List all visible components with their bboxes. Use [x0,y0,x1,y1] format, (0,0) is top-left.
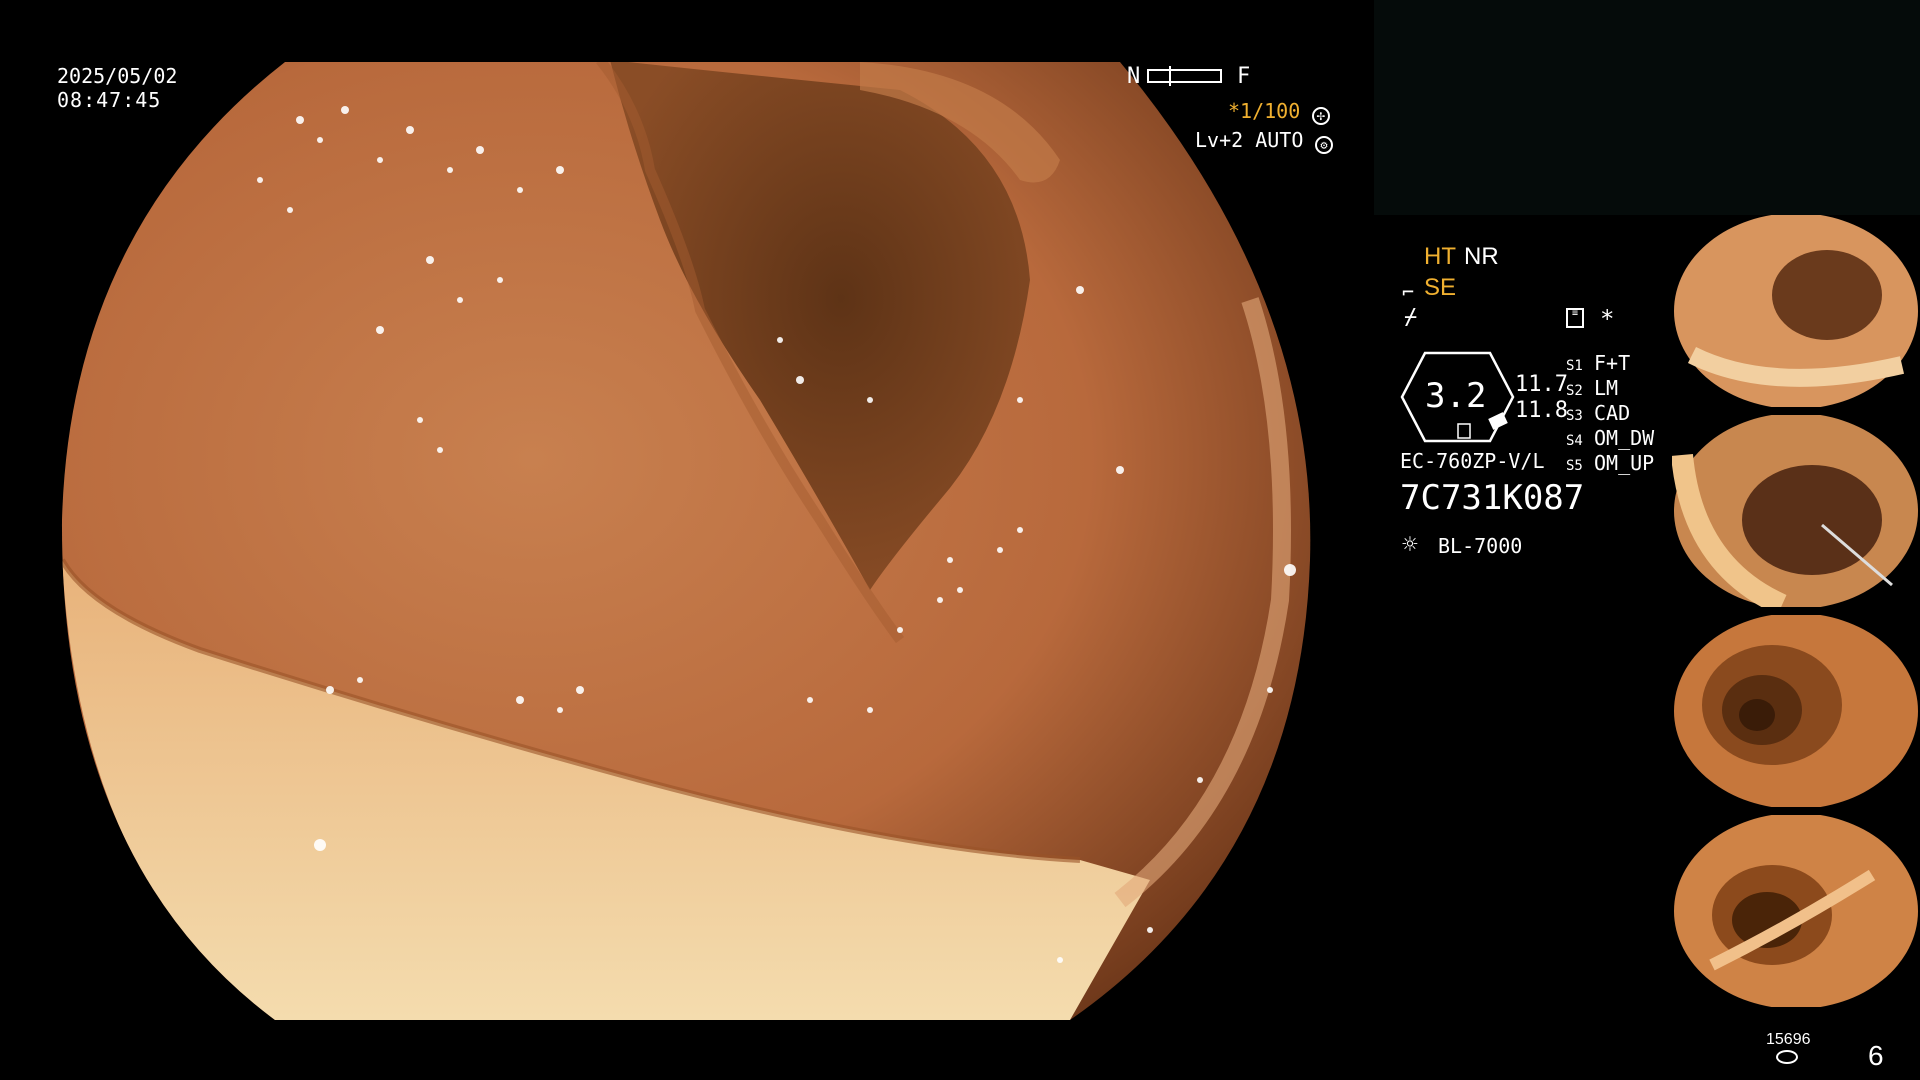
nf-marker [1169,66,1171,86]
thumbnail-2[interactable] [1672,415,1920,607]
se-label: SE [1424,274,1457,301]
scope-model: EC-760ZP-V/L [1400,449,1545,473]
switch-row: S3 CAD [1566,400,1654,425]
light-icon: ☼ [1402,530,1418,560]
date-label: 2025/05/02 [57,64,178,88]
image-count: 15696 [1766,1031,1811,1048]
switch-key: S2 [1566,383,1583,399]
endoscope-view [61,62,1311,1020]
thumbnail-3[interactable] [1672,615,1920,807]
far-label: F [1237,64,1251,89]
memo-icon: ≡ [1566,308,1584,328]
gear-icon: ⚙ [1315,136,1334,154]
ht-label: HT [1424,243,1456,270]
switch-row: S5 OM_UP [1566,450,1654,475]
thumbnail-4[interactable] [1672,815,1920,1007]
switch-key: S3 [1566,408,1583,424]
switch-row: S4 OM_DW [1566,425,1654,450]
switch-label: OM_DW [1594,426,1655,450]
scope-serial: 7C731K087 [1400,478,1585,518]
nr-label: NR [1464,243,1499,270]
switch-label: LM [1594,376,1619,400]
switch-row: S1 F+T [1566,350,1654,375]
switch-row: S2 LM [1566,375,1654,400]
value-2: 11.8 [1515,398,1568,423]
switch-key: S5 [1566,458,1583,474]
nf-bar [1147,66,1222,86]
switch-key: S1 [1566,358,1583,374]
switch-label: F+T [1594,351,1631,375]
disk-icon [1776,1050,1798,1064]
level-label: Lv+2 AUTO [1195,128,1304,152]
scope-icon: ⌐ [1402,280,1415,304]
switch-list: S1 F+T S2 LM S3 CAD S4 OM_DW S5 OM_UP [1566,350,1654,475]
shutter-label: *1/100 [1228,99,1301,123]
switch-label: CAD [1594,401,1631,425]
page-number: 6 [1868,1040,1884,1071]
value-1: 11.7 [1515,372,1568,397]
fan-icon: ✢ [1311,107,1330,125]
shutter-row: *1/100 ✢ [1228,98,1330,125]
star-label: * [1600,305,1615,333]
switch-label: OM_UP [1594,451,1655,475]
switch-key: S4 [1566,433,1583,449]
near-label: N [1127,64,1141,89]
time-label: 08:47:45 [57,88,162,112]
level-row: Lv+2 AUTO ⚙ [1195,127,1334,154]
zigzag-icon: ⌿ [1404,305,1418,330]
light-source: BL-7000 [1438,534,1523,558]
thumbnail-1[interactable] [1672,215,1920,407]
zoom-value: 3.2 [1425,376,1487,416]
top-right-panel [1374,0,1920,215]
